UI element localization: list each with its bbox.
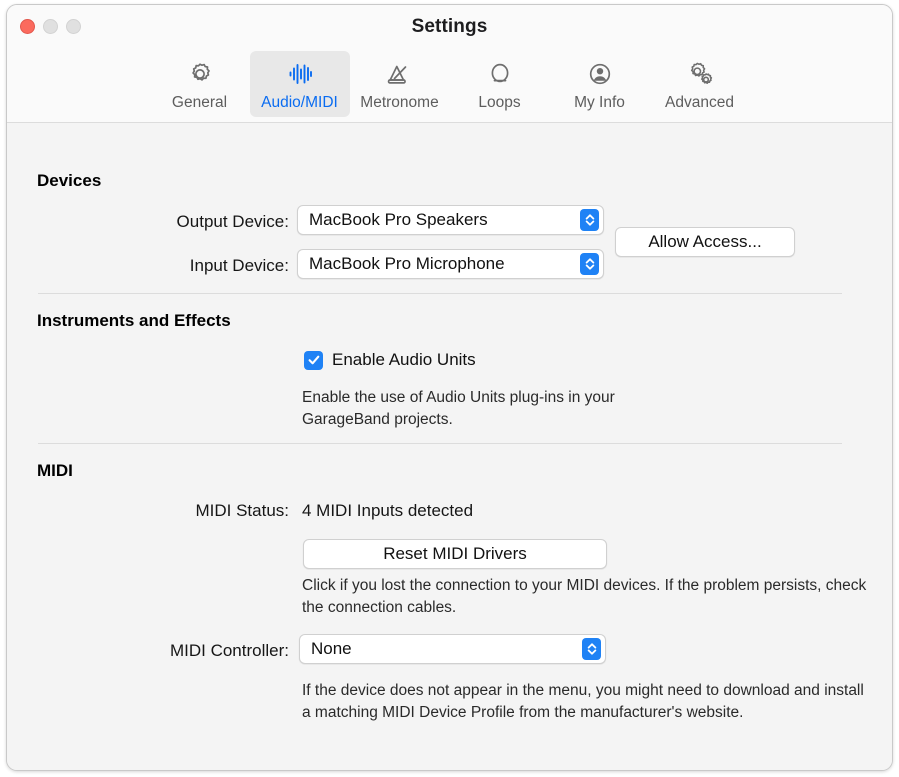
divider-instruments-midi xyxy=(38,443,842,444)
tab-advanced[interactable]: Advanced xyxy=(650,51,750,117)
tab-advanced-label: Advanced xyxy=(665,94,734,111)
output-device-popup[interactable]: MacBook Pro Speakers xyxy=(297,205,604,235)
audio-units-description: Enable the use of Audio Units plug-ins i… xyxy=(302,389,615,428)
instruments-section-heading: Instruments and Effects xyxy=(37,311,231,330)
checkmark-icon[interactable] xyxy=(304,350,323,370)
midi-status-value: 4 MIDI Inputs detected xyxy=(302,501,474,520)
midi-controller-label: MIDI Controller: xyxy=(169,641,289,660)
devices-section-heading: Devices xyxy=(37,171,102,190)
output-device-label: Output Device: xyxy=(176,212,289,231)
tab-metronome-label: Metronome xyxy=(360,94,439,111)
tab-my-info[interactable]: My Info xyxy=(550,51,650,117)
loop-icon xyxy=(485,57,515,91)
allow-access-button[interactable]: Allow Access... xyxy=(615,227,795,257)
tab-loops[interactable]: Loops xyxy=(450,51,550,117)
window-title: Settings xyxy=(411,16,488,37)
chevron-updown-icon xyxy=(582,638,601,660)
midi-status-label: MIDI Status: xyxy=(195,501,289,520)
person-icon xyxy=(585,57,615,91)
chevron-updown-icon xyxy=(580,209,599,231)
tab-loops-label: Loops xyxy=(478,94,521,111)
midi-controller-popup[interactable]: None xyxy=(299,634,606,664)
divider-devices-instruments xyxy=(38,293,842,294)
tab-metronome[interactable]: Metronome xyxy=(350,51,450,117)
metronome-icon xyxy=(385,57,415,91)
settings-window: Settings General Audio/MIDI Metronome Lo… xyxy=(6,4,893,771)
tab-general[interactable]: General xyxy=(150,51,250,117)
output-device-value: MacBook Pro Speakers xyxy=(309,210,488,229)
midi-section-heading: MIDI xyxy=(37,461,73,480)
reset-midi-drivers-button[interactable]: Reset MIDI Drivers xyxy=(303,539,607,569)
enable-audio-units-label: Enable Audio Units xyxy=(332,350,476,369)
enable-audio-units-checkbox-row[interactable]: Enable Audio Units xyxy=(304,350,476,370)
input-device-popup[interactable]: MacBook Pro Microphone xyxy=(297,249,604,279)
chevron-updown-icon xyxy=(580,253,599,275)
input-device-value: MacBook Pro Microphone xyxy=(309,254,505,273)
tab-audio-midi[interactable]: Audio/MIDI xyxy=(249,51,350,117)
waveform-icon xyxy=(285,57,315,91)
reset-midi-description: Click if you lost the connection to your… xyxy=(302,577,867,616)
title-bar: Settings xyxy=(7,5,892,51)
tab-general-label: General xyxy=(171,94,228,111)
midi-controller-description: If the device does not appear in the men… xyxy=(302,682,864,721)
tab-audio-midi-label: Audio/MIDI xyxy=(261,94,338,111)
midi-controller-value: None xyxy=(311,639,352,658)
gears-icon xyxy=(685,57,715,91)
tab-my-info-label: My Info xyxy=(574,94,625,111)
gear-icon xyxy=(185,57,215,91)
settings-toolbar: General Audio/MIDI Metronome Loops My In… xyxy=(7,51,892,123)
input-device-label: Input Device: xyxy=(189,256,289,275)
settings-content: Devices Output Device: MacBook Pro Speak… xyxy=(7,123,892,770)
